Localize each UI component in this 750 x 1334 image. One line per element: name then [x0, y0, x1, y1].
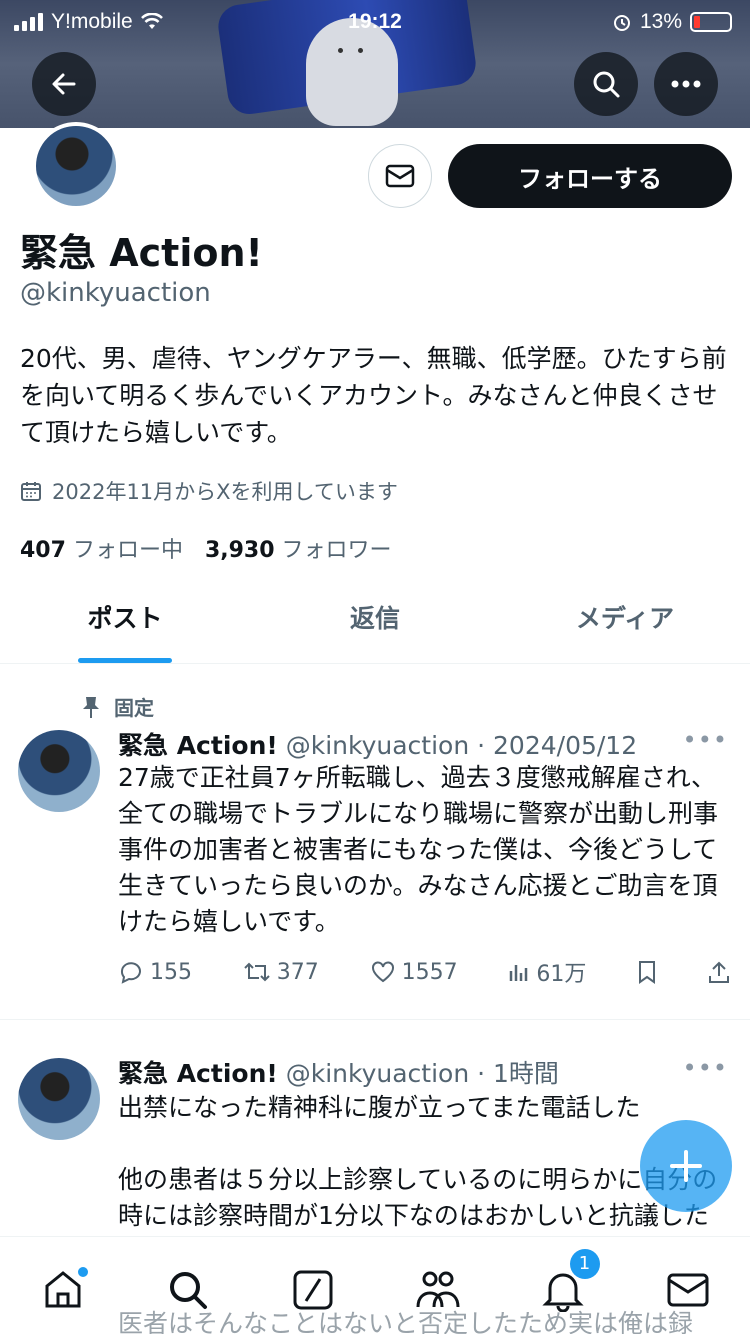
like-count: 1557 — [401, 959, 458, 985]
post[interactable]: 緊急 Action! @kinkyuaction · 1時間 ••• 出禁になっ… — [0, 1044, 750, 1244]
post-more-icon[interactable]: ••• — [683, 726, 728, 754]
reply-button[interactable]: 155 — [118, 960, 192, 985]
views-count: 61万 — [536, 962, 587, 987]
post-text: 出禁になった精神科に腹が立ってまた電話した 他の患者は５分以上診察しているのに明… — [118, 1090, 726, 1234]
post-text: 27歳で正社員7ヶ所転職し、過去３度懲戒解雇され、全ての職場でトラブルになり職場… — [118, 763, 719, 936]
post-pinned[interactable]: 固定 緊急 Action! @kinkyuaction · 2024/05/12… — [0, 684, 750, 1020]
tab-posts[interactable]: ポスト — [0, 586, 250, 663]
repost-button[interactable]: 377 — [243, 960, 319, 985]
back-button[interactable] — [32, 52, 96, 116]
pinned-label: 固定 — [114, 696, 154, 720]
bookmark-icon — [639, 961, 656, 984]
joined-text: 2022年11月からXを利用しています — [52, 480, 398, 504]
plus-icon — [670, 1150, 702, 1182]
calendar-icon — [21, 482, 41, 501]
post-actions: 155 377 1557 61万 — [118, 956, 730, 988]
status-bar: Y!mobile 19:12 13% — [0, 6, 750, 38]
arrow-left-icon — [52, 73, 76, 95]
share-icon — [708, 961, 729, 983]
profile-bio: 20代、男、虐待、ヤングケアラー、無職、低学歴。ひたすら前を向いて明るく歩んでい… — [20, 344, 727, 447]
more-options-button[interactable] — [654, 52, 718, 116]
views-button[interactable]: 61万 — [508, 956, 586, 988]
tab-media[interactable]: メディア — [500, 586, 750, 663]
profile-tabs: ポスト 返信 メディア — [0, 586, 750, 664]
post-author[interactable]: 緊急 Action! — [118, 1059, 278, 1088]
pin-icon — [83, 696, 99, 718]
following-label: フォロー中 — [72, 538, 183, 563]
repost-icon — [244, 962, 270, 982]
following-link[interactable]: 407 フォロー中 — [20, 532, 183, 564]
post-text-line: 他の患者は５分以上診察しているのに明らかに自分の時には診察時間が1分以下なのはお… — [118, 1165, 718, 1230]
avatar[interactable] — [18, 1058, 100, 1140]
pinned-indicator: 固定 — [82, 692, 154, 721]
profile-avatar[interactable] — [32, 122, 120, 210]
like-button[interactable]: 1557 — [370, 960, 458, 985]
views-icon — [510, 965, 528, 981]
message-button[interactable] — [368, 144, 432, 208]
mail-icon — [667, 1273, 708, 1307]
follow-stats: 407 フォロー中 3,930 フォロワー — [20, 532, 392, 564]
nav-home[interactable] — [38, 1265, 88, 1315]
compose-button[interactable] — [640, 1120, 732, 1212]
notification-badge: 1 — [569, 1249, 600, 1279]
post-header: 緊急 Action! @kinkyuaction · 1時間 — [118, 1054, 559, 1090]
reply-icon — [120, 962, 141, 984]
battery-percent: 13% — [639, 10, 682, 33]
post-meta: @kinkyuaction · 1時間 — [285, 1059, 559, 1088]
search-button[interactable] — [574, 52, 638, 116]
post-more-icon[interactable]: ••• — [683, 1054, 728, 1082]
status-right: 13% — [612, 10, 732, 34]
mail-icon — [385, 164, 415, 188]
followers-link[interactable]: 3,930 フォロワー — [205, 532, 392, 564]
follow-button[interactable]: フォローする — [448, 144, 732, 208]
post-author[interactable]: 緊急 Action! — [118, 731, 278, 760]
profile-name: 緊急 Action! — [20, 231, 263, 275]
tab-replies[interactable]: 返信 — [250, 586, 500, 663]
followers-count: 3,930 — [204, 538, 275, 563]
more-icon — [671, 80, 701, 88]
bookmark-button[interactable] — [637, 960, 657, 984]
profile-handle: @kinkyuaction — [20, 278, 211, 308]
following-count: 407 — [20, 538, 66, 563]
reply-count: 155 — [150, 959, 192, 985]
joined-date: 2022年11月からXを利用しています — [20, 476, 398, 506]
post-header: 緊急 Action! @kinkyuaction · 2024/05/12 — [118, 726, 637, 762]
share-button[interactable] — [708, 960, 730, 984]
post-meta: @kinkyuaction · 2024/05/12 — [285, 731, 638, 760]
followers-label: フォロワー — [281, 538, 392, 563]
battery-icon — [690, 12, 732, 32]
heart-icon — [371, 961, 394, 983]
post-text-overflow: 医者はそんなことはないと否定したため実は俺は録 — [118, 1309, 694, 1334]
avatar[interactable] — [18, 730, 100, 812]
post-text-line: 出禁になった精神科に腹が立ってまた電話した — [118, 1093, 641, 1122]
repost-count: 377 — [276, 959, 319, 985]
home-unread-dot — [77, 1267, 88, 1277]
alarm-icon — [613, 15, 630, 31]
search-icon — [593, 71, 620, 98]
